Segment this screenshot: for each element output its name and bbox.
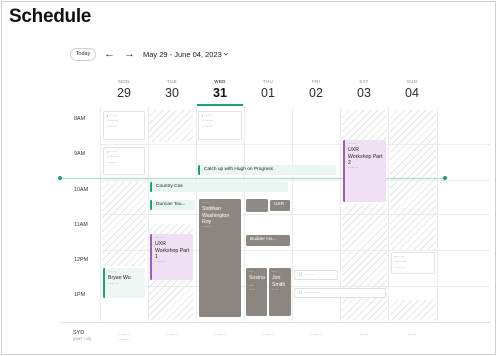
unavailable-block — [342, 204, 387, 320]
next-week-button[interactable]: → — [124, 47, 135, 61]
calendar-event-country-cos[interactable]: Country Cos — [150, 182, 288, 192]
event-time: ········ — [155, 260, 166, 265]
event-time: ········ — [395, 265, 406, 270]
hour-label: 8AM — [74, 116, 86, 122]
calendar-event-builder[interactable]: Builder Ho... — [246, 235, 290, 246]
day-name: SUN — [406, 79, 418, 84]
day-name: THU — [262, 79, 274, 84]
day-number: 31 — [213, 86, 227, 100]
date-range-picker[interactable]: May 29 - June 04, 2023 — [143, 50, 222, 59]
hour-label: 9AM — [74, 151, 86, 157]
timezone-offset: (GMT +10) — [73, 337, 92, 341]
calendar-event[interactable]: ▪ ······· ········· ········ — [198, 111, 242, 140]
footer-divider — [60, 322, 490, 323]
hour-label: 12PM — [74, 257, 89, 263]
current-time-marker — [58, 176, 62, 180]
event-title: Jon Smith — [272, 275, 286, 288]
timezone-cell: ······· — [407, 333, 417, 337]
hour-label: 11AM — [74, 222, 88, 228]
calendar-event[interactable]: □ ······· — [294, 270, 338, 280]
event-time: ········ — [348, 166, 359, 171]
day-number: 29 — [117, 86, 131, 100]
calendar-event-jon[interactable]: ···· Jon Smith ····· — [269, 268, 291, 316]
prev-week-button[interactable]: ← — [104, 47, 115, 61]
grid-line — [100, 214, 490, 215]
event-time: ····· — [272, 287, 279, 292]
event-title: Susina ... — [249, 275, 265, 288]
event-time: ····· — [249, 287, 256, 292]
event-time: ········ — [202, 124, 213, 129]
unavailable-block — [148, 110, 193, 142]
event-title: UXR Workshop Part 1 — [155, 241, 190, 260]
day-number: 03 — [357, 86, 371, 100]
unavailable-block — [390, 300, 436, 320]
day-header-mon[interactable]: MON 29 — [102, 79, 146, 100]
timezone-cell: ········ — [167, 333, 177, 337]
day-header-wed[interactable]: WED 31 — [198, 79, 242, 100]
event-time: ········ — [107, 124, 118, 129]
grid-line — [100, 180, 490, 181]
today-button[interactable]: Today — [70, 48, 96, 61]
page-title: Schedule — [9, 6, 92, 27]
grid-line — [100, 286, 490, 287]
calendar-event-uxr[interactable]: UXR — [270, 200, 290, 211]
calendar-event-siobhan[interactable]: ······· Siobhan Washington Roy ········ — [199, 199, 241, 317]
day-number: 01 — [261, 86, 275, 100]
day-number: 04 — [405, 86, 419, 100]
current-time-marker — [443, 176, 447, 180]
calendar-event-bryan[interactable]: ······· Bryan Wu ········ — [103, 268, 145, 298]
grid-line — [100, 144, 490, 145]
hour-label: 1PM — [74, 292, 86, 298]
event-time: ········ — [202, 225, 213, 230]
calendar-event-duncan-tour[interactable]: Duncan Tou... — [150, 200, 195, 210]
timezone-cell: ········ — [311, 333, 321, 337]
day-name: MON — [118, 79, 130, 84]
timezone-cell: ········ — [263, 333, 273, 337]
event-title: Siobhan Washington Roy — [202, 206, 230, 225]
day-header-fri[interactable]: FRI 02 — [294, 79, 338, 100]
chevron-down-icon[interactable] — [223, 51, 229, 57]
timezone-cell: ········ — [215, 333, 225, 337]
timezone-cell: ······· — [359, 333, 369, 337]
day-header-sat[interactable]: SAT 03 — [342, 79, 386, 100]
day-header-thu[interactable]: THU 01 — [246, 79, 290, 100]
unavailable-block — [102, 182, 146, 266]
event-time: ········ — [108, 281, 119, 286]
event-time: ········ — [107, 160, 118, 165]
calendar-event[interactable] — [246, 199, 268, 212]
today-indicator — [197, 104, 243, 106]
calendar-event[interactable]: □ ·········· — [294, 288, 386, 298]
calendar-event-uxr-workshop-1[interactable]: ······· UXR Workshop Part 1 ········ — [150, 234, 193, 280]
calendar-event[interactable]: ▪ ······· ········· ········ — [103, 147, 145, 175]
day-name: FRI — [311, 79, 321, 84]
current-time-line — [61, 178, 445, 179]
calendar-event-catch-up[interactable]: Catch up with Hugh on Progress — [198, 165, 336, 175]
calendar-event[interactable]: ▪ ······ ········· ········ — [391, 252, 435, 274]
calendar-event-sue[interactable]: ···· Susina ... ····· — [246, 268, 267, 316]
day-header-tue[interactable]: TUE 30 — [150, 79, 194, 100]
hour-label: 10AM — [74, 187, 89, 193]
day-number: 02 — [309, 86, 323, 100]
day-header-sun[interactable]: SUN 04 — [390, 79, 434, 100]
day-name: SAT — [359, 79, 369, 84]
day-name: TUE — [166, 79, 178, 84]
calendar-event-uxr-workshop-2[interactable]: ······· UXR Workshop Part 2 ········ — [343, 140, 386, 202]
timezone-cell: ········ ········ — [119, 333, 129, 342]
day-number: 30 — [165, 86, 179, 100]
unavailable-block — [342, 110, 387, 140]
day-name: WED — [214, 79, 226, 84]
timezone-label: SYD — [73, 330, 85, 336]
event-title: UXR Workshop Part 2 — [348, 147, 383, 166]
calendar-event[interactable]: ▪ ······· ········· ········ — [103, 111, 145, 140]
